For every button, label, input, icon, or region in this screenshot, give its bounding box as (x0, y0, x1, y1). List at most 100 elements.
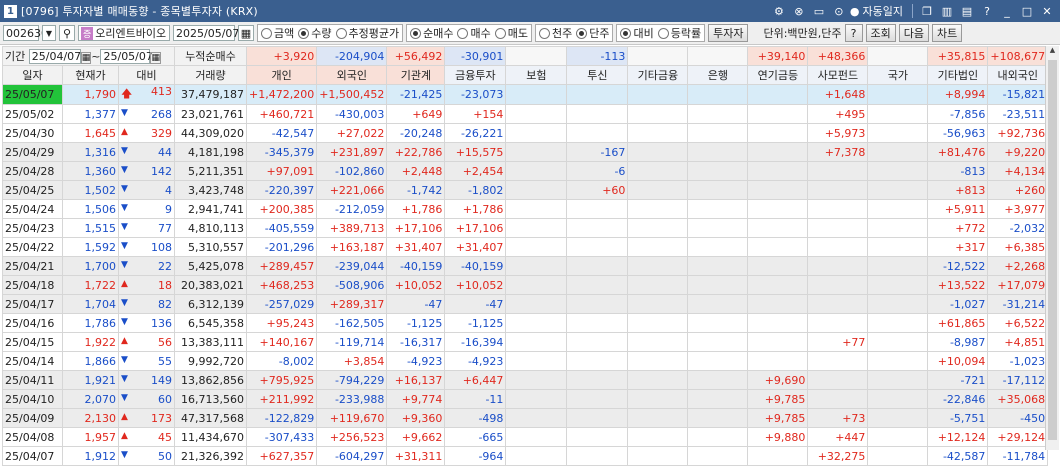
date-cell[interactable]: 25/04/24 (2, 199, 63, 219)
maximize-icon[interactable]: □ (1018, 3, 1036, 19)
help-button[interactable]: ? (844, 24, 863, 42)
column-header[interactable]: 금융투자 (444, 65, 507, 85)
date-cell[interactable]: 25/04/21 (2, 256, 63, 276)
vertical-scrollbar[interactable]: ▲ (1045, 46, 1059, 450)
radio-single-shares[interactable]: 단주 (576, 25, 609, 41)
table-row[interactable]: 25/04/08 1,957 ▲ 45 11,434,670 -307,433 +256,5… (2, 427, 1049, 447)
table-row[interactable]: 25/04/25 1,502 ▼ 4 3,423,748 -220,397 +221,066… (2, 180, 1049, 200)
settings-icon[interactable]: ⚙ (770, 3, 788, 19)
lookup-button[interactable]: 조회 (865, 24, 896, 42)
calendar-icon[interactable]: ▦ (150, 52, 161, 64)
date-cell[interactable]: 25/04/25 (2, 180, 63, 200)
radio-net-buy[interactable]: 순매수 (410, 25, 453, 41)
stock-name-field[interactable]: 증 오리엔트바이오 (78, 25, 170, 41)
column-header[interactable]: 외국인 (316, 65, 388, 85)
column-header[interactable]: 기타법인 (927, 65, 989, 85)
close-icon[interactable]: ✕ (1038, 3, 1056, 19)
column-header[interactable]: 국가 (867, 65, 929, 85)
table-row[interactable]: 25/04/14 1,866 ▼ 55 9,992,720 -8,002 +3,854 -4,… (2, 351, 1049, 371)
column-header[interactable]: 대비 (118, 65, 175, 85)
column-header[interactable]: 거래량 (174, 65, 247, 85)
table-row[interactable]: 25/04/29 1,316 ▼ 44 4,181,198 -345,379 +231,89… (2, 142, 1049, 162)
date-cell[interactable]: 25/04/15 (2, 332, 63, 352)
next-button[interactable]: 다음 (898, 24, 930, 42)
date-cell[interactable]: 25/04/23 (2, 218, 63, 238)
radio-change-rate[interactable]: 등락률 (657, 25, 701, 41)
investor-button[interactable]: 투자자 (708, 24, 749, 42)
date-cell[interactable]: 25/04/09 (2, 408, 63, 428)
column-header[interactable]: 내외국인 (987, 65, 1049, 85)
radio-quantity[interactable]: 수량 (298, 25, 332, 41)
date-cell[interactable]: 25/04/14 (2, 351, 63, 371)
table-row[interactable]: 25/04/28 1,360 ▼ 142 5,211,351 +97,091 -102,86… (2, 161, 1049, 181)
date-cell[interactable]: 25/04/28 (2, 161, 63, 181)
column-header[interactable]: 은행 (687, 65, 749, 85)
date-cell[interactable]: 25/05/07 (2, 84, 63, 105)
split-icon[interactable]: ▥ (938, 3, 956, 19)
column-header[interactable]: 보험 (505, 65, 568, 85)
table-row[interactable]: 25/04/11 1,921 ▼ 149 13,862,856 +795,925 -794,… (2, 370, 1049, 390)
calendar-icon[interactable]: ▦ (80, 52, 92, 64)
link-icon[interactable]: ⊗ (790, 3, 808, 19)
date-cell[interactable]: 25/04/10 (2, 389, 63, 409)
table-row[interactable]: 25/04/16 1,786 ▼ 136 6,545,358 +95,243 -162,50… (2, 313, 1049, 333)
chart-button[interactable]: 차트 (932, 24, 963, 42)
date-cell[interactable]: 25/04/17 (2, 294, 63, 314)
date-cell[interactable]: 25/04/08 (2, 427, 63, 447)
column-header[interactable]: 개인 (245, 65, 318, 85)
print-icon[interactable]: ▤ (958, 3, 976, 19)
table-row[interactable]: 25/05/02 1,377 ▼ 268 23,021,761 +460,721 -430,… (2, 104, 1049, 124)
table-row[interactable]: 25/05/07 1,790 🡅 413 37,479,187 +1,472,200 +1,… (2, 84, 1049, 105)
table-row[interactable]: 25/04/21 1,700 ▼ 22 5,425,078 +289,457 -239,04… (2, 256, 1049, 276)
date-cell[interactable]: 25/04/16 (2, 313, 63, 333)
table-row[interactable]: 25/04/10 2,070 ▼ 60 16,713,560 +211,992 -233,9… (2, 389, 1049, 409)
column-header[interactable]: 투신 (566, 65, 629, 85)
column-header[interactable]: 일자 (2, 65, 63, 85)
table-row[interactable]: 25/04/09 2,130 ▲ 173 47,317,568 -122,829 +119,… (2, 408, 1049, 428)
table-row[interactable]: 25/04/23 1,515 ▼ 77 4,810,113 -405,559 +389,71… (2, 218, 1049, 238)
table-row[interactable]: 25/04/24 1,506 ▼ 9 2,941,741 +200,385 -212,059… (2, 199, 1049, 219)
column-header[interactable]: 연기금등 (747, 65, 809, 85)
date-cell[interactable]: 25/04/22 (2, 237, 63, 257)
radio-est-avg-price[interactable]: 추정평균가 (335, 25, 399, 41)
table-row[interactable]: 25/04/30 1,645 ▲ 329 44,309,020 -42,547 +27,02… (2, 123, 1049, 143)
investor-value-cell (627, 275, 689, 295)
scroll-thumb[interactable] (1048, 60, 1057, 440)
date-cell[interactable]: 25/04/11 (2, 370, 63, 390)
auto-journal[interactable]: ● 자동일지 (850, 3, 903, 19)
investor-value-cell (687, 294, 749, 314)
date-cell[interactable]: 25/04/29 (2, 142, 63, 162)
info-icon[interactable]: ⊙ (830, 3, 848, 19)
date-cell[interactable]: 25/04/07 (2, 446, 63, 466)
period-to-input[interactable]: 25/05/07 (100, 49, 153, 64)
help-icon[interactable]: ? (978, 3, 996, 19)
radio-change[interactable]: 대비 (620, 25, 654, 41)
chevron-down-icon[interactable]: ▼ (42, 25, 56, 41)
date-cell[interactable]: 25/04/18 (2, 275, 63, 295)
scroll-up-icon[interactable]: ▲ (1046, 46, 1059, 59)
table-row[interactable]: 25/04/07 1,912 ▼ 50 21,326,392 +627,357 -604,2… (2, 446, 1049, 466)
table-row[interactable]: 25/04/18 1,722 ▲ 18 20,383,021 +468,253 -508,9… (2, 275, 1049, 295)
column-header[interactable]: 기타금융 (627, 65, 689, 85)
calendar-icon[interactable]: ▦ (238, 25, 254, 41)
date-input[interactable]: 2025/05/07 (173, 25, 239, 41)
investor-value-cell: -257,029 (245, 294, 318, 314)
table-row[interactable]: 25/04/17 1,704 ▼ 82 6,312,139 -257,029 +289,31… (2, 294, 1049, 314)
date-cell[interactable]: 25/05/02 (2, 104, 63, 124)
copy-window-icon[interactable]: ❐ (918, 3, 936, 19)
column-header[interactable]: 사모펀드 (807, 65, 869, 85)
search-icon[interactable]: ⚲ (59, 25, 75, 41)
radio-buy[interactable]: 매수 (457, 25, 491, 41)
table-row[interactable]: 25/04/22 1,592 ▼ 108 5,310,557 -201,296 +163,1… (2, 237, 1049, 257)
date-cell[interactable]: 25/04/30 (2, 123, 63, 143)
stock-code-input[interactable]: 002630 (3, 25, 48, 41)
minimize-icon[interactable]: _ (998, 3, 1016, 19)
radio-sell[interactable]: 매도 (494, 25, 528, 41)
table-row[interactable]: 25/04/15 1,922 ▲ 56 13,383,111 +140,167 -119,7… (2, 332, 1049, 352)
period-from-input[interactable]: 25/04/07 (28, 49, 81, 64)
screen-icon[interactable]: ▭ (810, 3, 828, 19)
radio-thousand-shares[interactable]: 천주 (538, 25, 572, 41)
radio-amount[interactable]: 금액 (261, 25, 294, 41)
column-header[interactable]: 현재가 (62, 65, 119, 85)
column-header[interactable]: 기관계 (386, 65, 446, 85)
